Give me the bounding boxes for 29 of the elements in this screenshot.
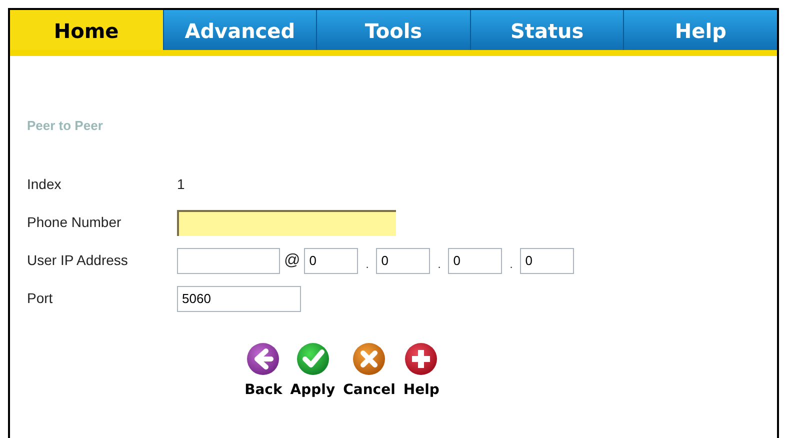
ip-separator: . [436, 258, 442, 273]
nav-tab[interactable]: Home [10, 10, 163, 50]
action-button[interactable]: Apply [289, 342, 336, 400]
plus-icon [404, 342, 438, 376]
nav-tab[interactable]: Advanced [162, 10, 316, 50]
action-button[interactable]: Help [402, 342, 440, 400]
field-label: Port [27, 289, 54, 308]
ip-octet-field[interactable]: 0 [448, 248, 502, 274]
ip-octet-field[interactable]: 0 [520, 248, 574, 274]
nav-tab[interactable]: Status [470, 10, 624, 50]
phone-number-field[interactable] [177, 210, 396, 236]
user-field[interactable] [177, 248, 280, 274]
checkmark-icon [296, 342, 330, 376]
ip-octet-field[interactable]: 0 [304, 248, 358, 274]
nav-tab[interactable]: Tools [316, 10, 470, 50]
section-title: Peer to Peer [27, 117, 104, 135]
nav-tab[interactable]: Help [623, 10, 777, 50]
action-button[interactable]: Back [244, 342, 284, 400]
action-button[interactable]: Cancel [342, 342, 396, 400]
field-label: Phone Number [27, 213, 122, 232]
cancel-icon [352, 342, 386, 376]
field-label: Index [27, 175, 62, 194]
field-label: User IP Address [27, 251, 129, 270]
index-value: 1 [177, 175, 185, 194]
ip-separator: . [364, 258, 370, 273]
ip-separator: . [508, 258, 514, 273]
ip-octet-field[interactable]: 0 [376, 248, 430, 274]
at-sign: @ [284, 250, 300, 270]
port-field[interactable]: 5060 [177, 286, 301, 312]
